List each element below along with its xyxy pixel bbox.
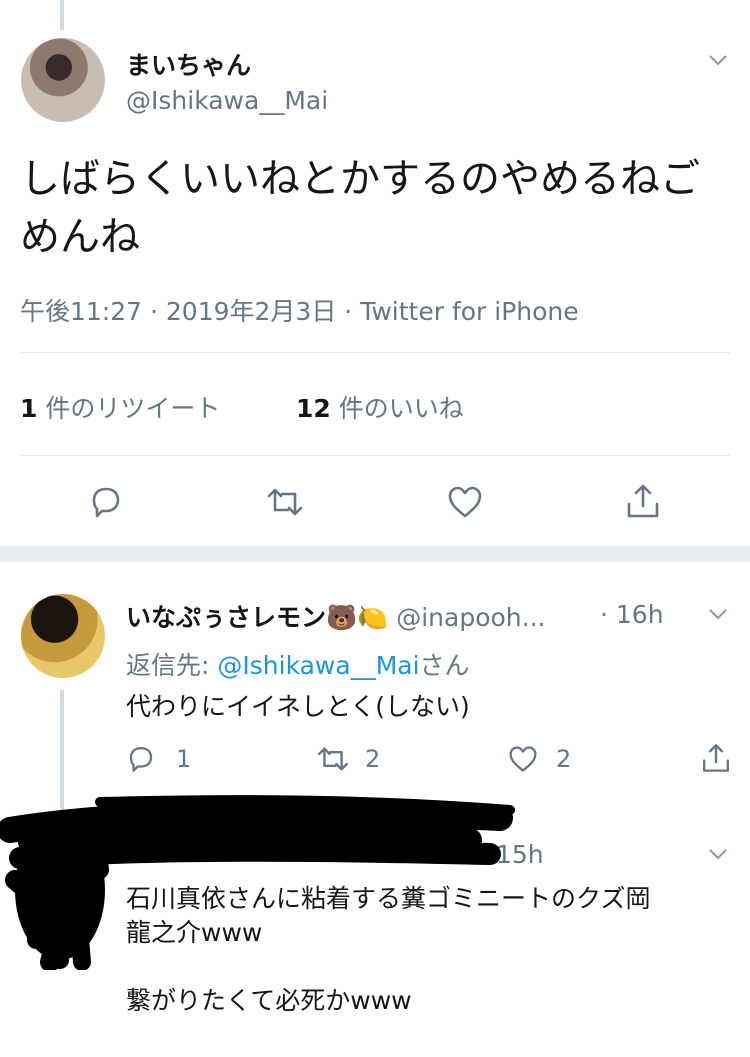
- retweet-label: 件のリツイート: [45, 394, 221, 423]
- reply-header: いなぷぅさレモン🐻🍋 @inapooh...: [126, 598, 545, 634]
- retweet-button[interactable]: 2: [315, 745, 380, 773]
- share-button[interactable]: [700, 742, 732, 778]
- tweet-text: 代わりにイイネしとく(しない): [126, 692, 470, 721]
- share-icon: [703, 744, 729, 772]
- like-count: 2: [556, 745, 572, 773]
- retweet-button[interactable]: [264, 486, 306, 518]
- share-icon: [627, 484, 659, 518]
- reply-icon: [129, 747, 153, 772]
- tweet-source[interactable]: Twitter for iPhone: [360, 297, 578, 326]
- meta-separator: ·: [150, 297, 158, 326]
- tweet-text-line3: 繋がりたくて必死かwww: [126, 986, 412, 1015]
- retweet-stat[interactable]: 1 件のリツイート: [20, 389, 220, 425]
- avatar[interactable]: [21, 594, 105, 678]
- tweet-text: しばらくいいねとかするのやめるねご めんね: [20, 150, 740, 266]
- reply-to: 返信先: @Ishikawa__Maiさん: [126, 646, 470, 682]
- like-button[interactable]: [447, 485, 483, 519]
- retweet-count: 2: [365, 745, 381, 773]
- like-button[interactable]: 2: [508, 745, 571, 773]
- like-label: 件のいいね: [338, 394, 464, 423]
- reply-time: · 16h: [600, 600, 664, 629]
- share-button[interactable]: [624, 482, 662, 520]
- divider: [20, 352, 730, 353]
- retweet-count: 1: [20, 394, 38, 423]
- reply-count: 1: [176, 745, 192, 773]
- retweet-icon: [318, 747, 348, 771]
- chevron-down-icon[interactable]: [708, 50, 728, 70]
- user-handle[interactable]: @inapooh...: [396, 603, 545, 632]
- like-stat[interactable]: 12 件のいいね: [296, 389, 464, 425]
- reply-button[interactable]: 1: [126, 744, 191, 774]
- like-count: 12: [296, 394, 331, 423]
- user-handle[interactable]: @Ishikawa__Mai: [126, 86, 328, 115]
- tweet-time[interactable]: 16h: [616, 600, 664, 629]
- reply-to-suffix: さん: [419, 651, 470, 680]
- meta-separator: ·: [344, 297, 353, 326]
- reply-to-link[interactable]: @Ishikawa__Mai: [217, 651, 419, 680]
- display-name[interactable]: まいちゃん: [126, 46, 251, 82]
- tweet-time: 午後11:27: [20, 297, 143, 326]
- meta-separator: ·: [600, 600, 608, 629]
- reply-to-prefix: 返信先:: [126, 651, 210, 680]
- heart-icon: [448, 486, 482, 518]
- thread-line-top: [60, 0, 64, 30]
- tweet-text-line1: しばらくいいねとかするのやめるねご: [20, 156, 700, 202]
- heart-icon: [509, 746, 537, 772]
- reply-icon: [92, 487, 120, 518]
- retweet-icon: [267, 488, 303, 516]
- tweet-date: 2019年2月3日: [165, 297, 337, 326]
- reply-button[interactable]: [88, 484, 124, 520]
- chevron-down-icon[interactable]: [708, 844, 728, 864]
- divider: [20, 455, 730, 456]
- chevron-down-icon[interactable]: [708, 604, 728, 624]
- redaction-scribble: [0, 795, 515, 970]
- tweet-text-line2: めんね: [20, 214, 140, 260]
- avatar[interactable]: [21, 38, 105, 122]
- tweet-meta: 午後11:27 · 2019年2月3日 · Twitter for iPhone: [20, 292, 579, 328]
- display-name[interactable]: いなぷぅさレモン🐻🍋: [126, 603, 388, 632]
- section-separator: [0, 546, 750, 562]
